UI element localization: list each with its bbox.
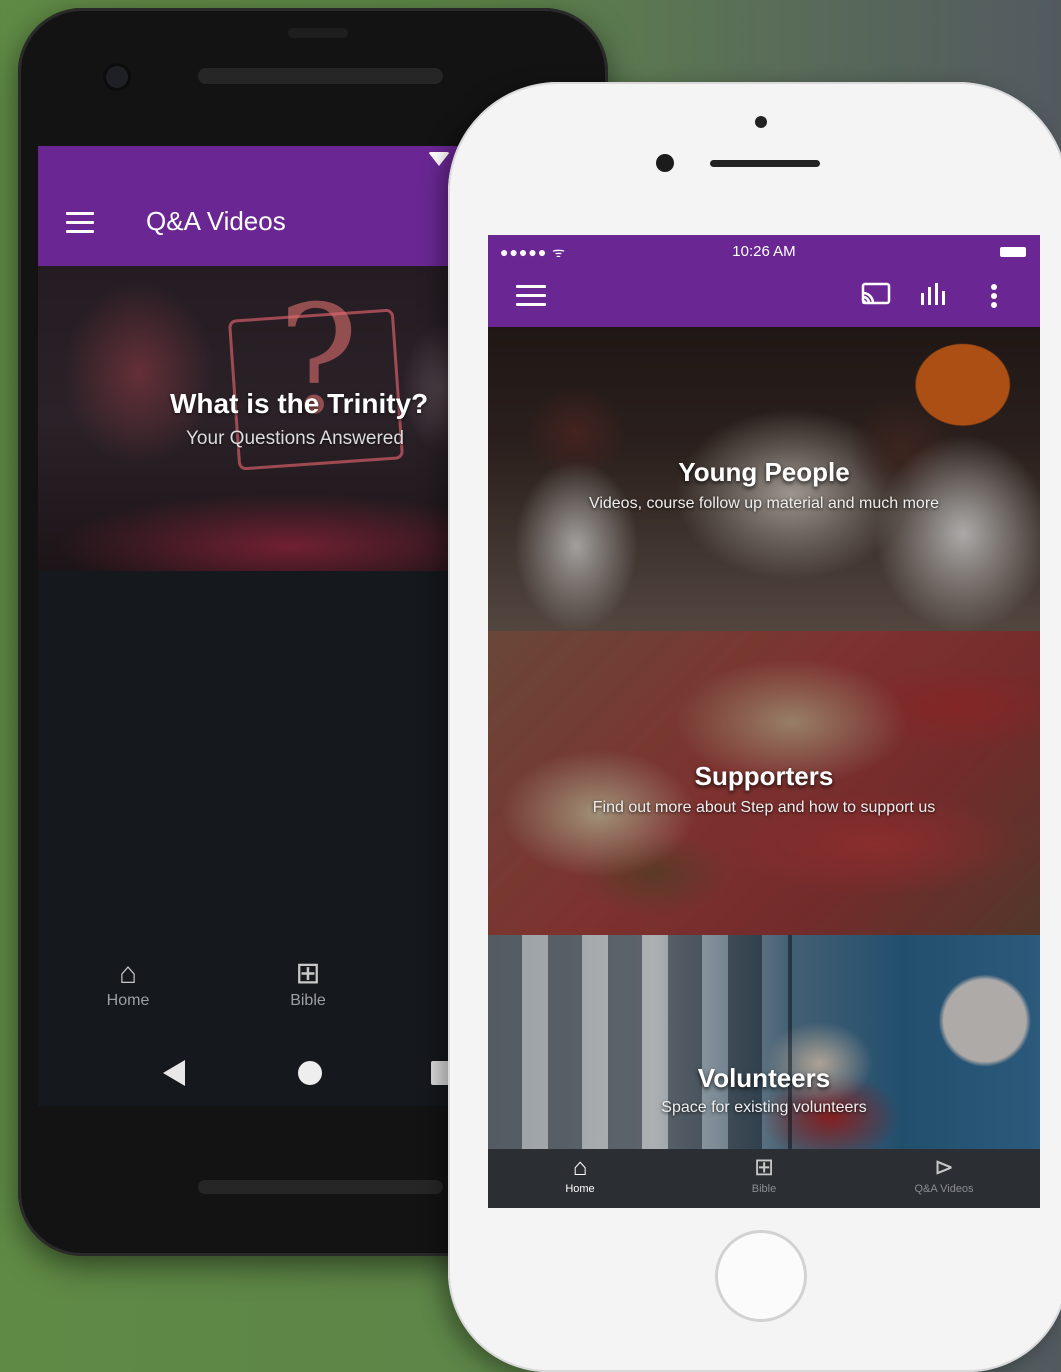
hamburger-menu-icon[interactable] — [66, 212, 94, 233]
system-home-icon[interactable] — [298, 1061, 322, 1085]
card-subtitle: Space for existing volunteers — [661, 1099, 867, 1116]
stats-icon[interactable] — [918, 281, 950, 315]
tab-qa-videos[interactable]: ⊳ Q&A Videos — [864, 1153, 1024, 1195]
play-icon: ⊳ — [933, 1154, 955, 1181]
card-title: Volunteers — [697, 1063, 831, 1093]
battery-icon — [1000, 247, 1026, 257]
card-volunteers[interactable]: Volunteers Space for existing volunteers — [488, 935, 1040, 1149]
hamburger-menu-icon[interactable] — [516, 285, 546, 307]
bible-icon: ⊞ — [295, 957, 321, 990]
status-time: 10:26 AM — [732, 243, 796, 260]
card-title: Young People — [678, 457, 850, 487]
back-icon[interactable] — [163, 1060, 185, 1086]
front-camera — [106, 66, 128, 88]
tab-label: Q&A Videos — [914, 1183, 974, 1195]
bible-icon: ⊞ — [753, 1154, 775, 1181]
earpiece-speaker — [198, 68, 443, 84]
earpiece-speaker — [710, 160, 820, 167]
card-subtitle: Videos, course follow up material and mu… — [588, 495, 940, 512]
nav-item-home[interactable]: ⌂ Home — [68, 956, 188, 1010]
video-card-title: What is the Trinity? — [170, 388, 429, 419]
video-card-subtitle: Your Questions Answered — [186, 428, 404, 449]
nav-item-bible[interactable]: ⊞ Bible — [248, 956, 368, 1010]
android-top-sensor — [288, 28, 348, 38]
bottom-speaker — [198, 1180, 443, 1194]
nav-item-label: Home — [106, 992, 150, 1009]
wifi-icon — [428, 152, 450, 166]
tab-bible[interactable]: ⊞ Bible — [684, 1153, 844, 1195]
nav-item-label: Bible — [290, 992, 326, 1009]
home-icon: ⌂ — [572, 1154, 588, 1181]
cast-icon[interactable] — [860, 281, 892, 315]
more-vert-icon[interactable] — [988, 281, 1000, 319]
card-title: Supporters — [694, 761, 834, 791]
tab-label: Bible — [751, 1183, 777, 1195]
proximity-sensor — [755, 116, 767, 128]
page-title: Q&A Videos — [146, 206, 286, 236]
tab-home[interactable]: ⌂ Home — [500, 1153, 660, 1195]
home-button[interactable] — [715, 1230, 807, 1322]
card-subtitle: Find out more about Step and how to supp… — [592, 799, 936, 816]
iphone: ●●●●● ᯤ 10:26 AM Young People Videos, co… — [448, 82, 1061, 1372]
status-bar: ●●●●● ᯤ 10:26 AM — [488, 235, 1040, 269]
home-icon: ⌂ — [118, 957, 138, 990]
ios-tab-bar: ⌂ Home ⊞ Bible ⊳ Q&A Videos — [488, 1149, 1040, 1208]
front-camera — [656, 154, 674, 172]
card-young-people[interactable]: Young People Videos, course follow up ma… — [488, 327, 1040, 631]
card-supporters[interactable]: Supporters Find out more about Step and … — [488, 631, 1040, 935]
ios-screen: ●●●●● ᯤ 10:26 AM Young People Videos, co… — [488, 235, 1040, 1208]
tab-label: Home — [565, 1183, 595, 1195]
ios-app-bar — [488, 269, 1040, 327]
